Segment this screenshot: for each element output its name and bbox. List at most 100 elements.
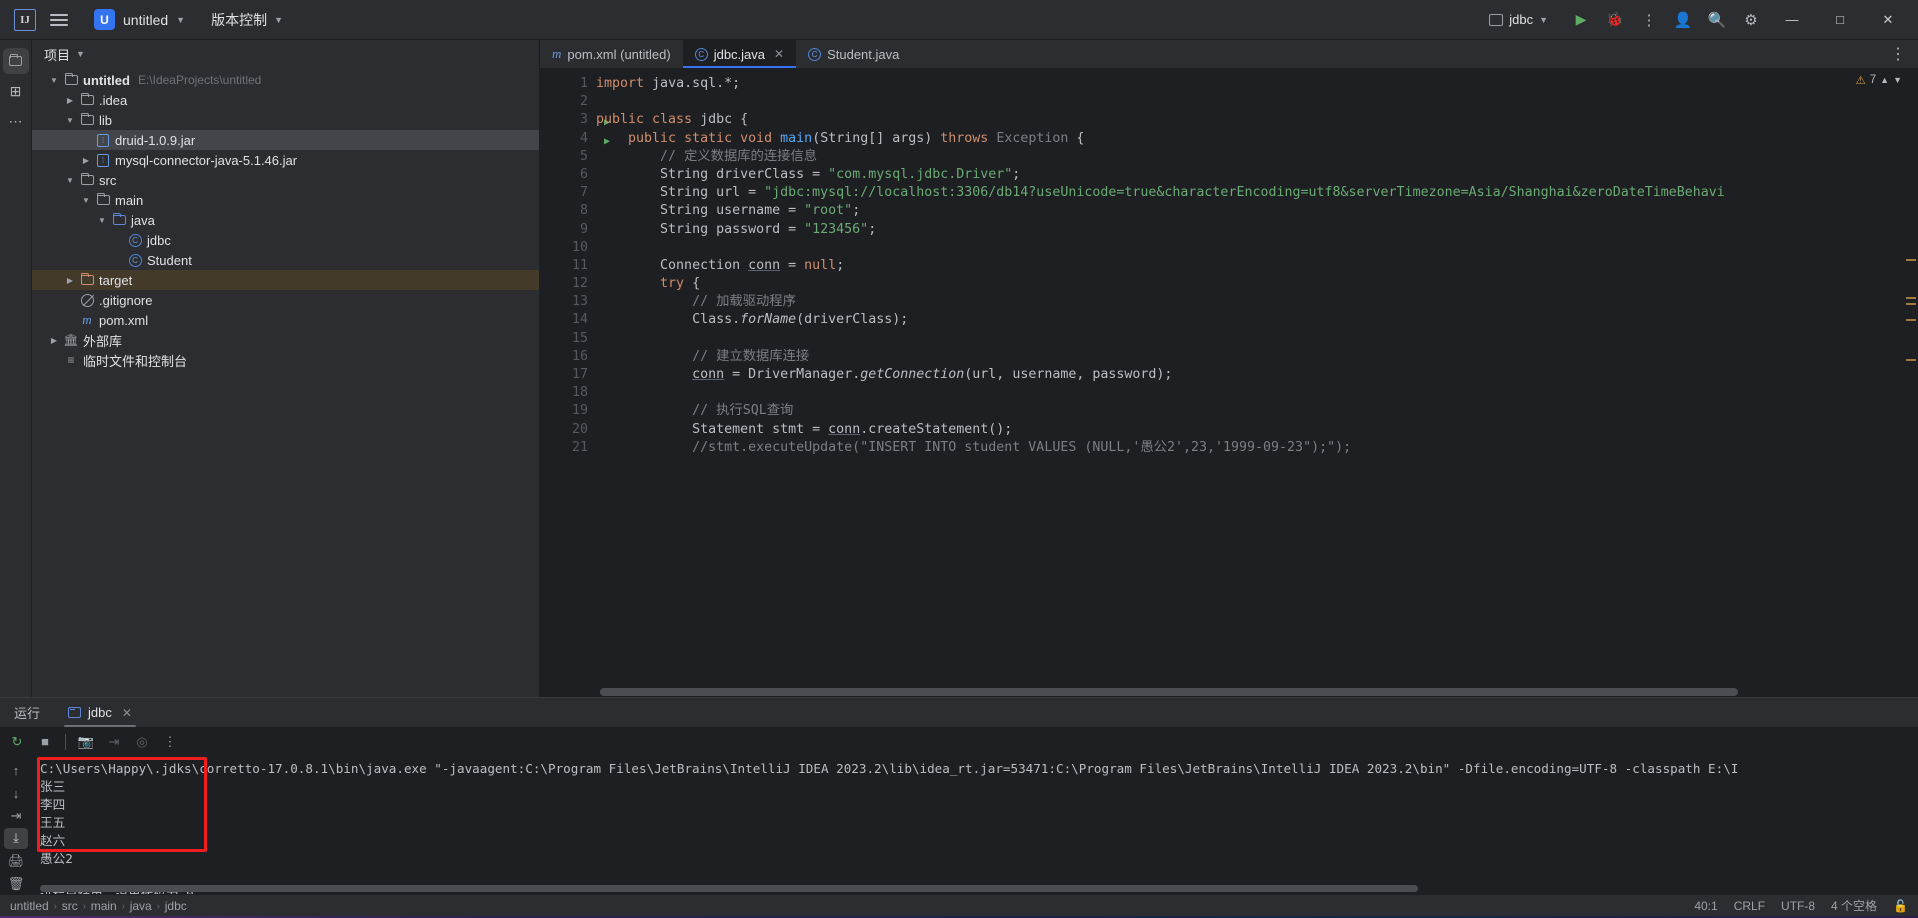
tree-item-[interactable]: ▶ 🏛 外部库 [32, 330, 539, 350]
run-tab-jdbc[interactable]: jdbc ✕ [54, 698, 146, 727]
line-number[interactable]: 21 [540, 439, 596, 457]
tree-item-lib[interactable]: ▼ lib [32, 110, 539, 130]
run-tab-[interactable]: 运行 [0, 698, 54, 727]
tree-item-.gitignore[interactable]: .gitignore [32, 290, 539, 310]
tree-item-jdbc[interactable]: Cjdbc [32, 230, 539, 250]
tree-toggle-icon[interactable]: ▶ [46, 336, 62, 345]
close-icon[interactable]: ✕ [122, 706, 132, 720]
unlocked-icon[interactable]: 🔓 [1893, 899, 1908, 913]
close-button[interactable]: ✕ [1866, 0, 1910, 40]
gear-icon[interactable]: ⚙ [1736, 6, 1766, 34]
camera-icon[interactable]: 📷 [73, 730, 99, 754]
tree-item-java[interactable]: ▼ java [32, 210, 539, 230]
breadcrumb-item[interactable]: java [130, 899, 152, 913]
breadcrumb-item[interactable]: main [91, 899, 117, 913]
chevron-up-icon[interactable]: ▲ [1880, 75, 1889, 85]
tree-item-untitled[interactable]: ▼ untitled E:\IdeaProjects\untitled [32, 70, 539, 90]
source-code[interactable]: import java.sql.*; public class jdbc { p… [596, 69, 1918, 697]
line-number[interactable]: 9 [540, 221, 596, 239]
inspection-status[interactable]: ⚠ 7 ▲ ▼ [1855, 73, 1902, 87]
vcs-menu[interactable]: 版本控制 ▼ [203, 6, 291, 34]
tree-toggle-icon[interactable]: ▼ [78, 196, 94, 205]
console-horizontal-scrollbar[interactable] [40, 885, 1418, 892]
chevron-down-icon[interactable]: ▼ [1893, 75, 1902, 85]
stop-icon[interactable]: ■ [32, 730, 58, 754]
tree-item-mysql-connector-java-5.1.46.jar[interactable]: ▶ ⁞ mysql-connector-java-5.1.46.jar [32, 150, 539, 170]
print-icon[interactable]: 🖨 [4, 851, 28, 872]
line-number[interactable]: 12 [540, 275, 596, 293]
rerun-icon[interactable]: ↻ [4, 730, 30, 754]
project-tree[interactable]: ▼ untitled E:\IdeaProjects\untitled ▶ .idea ▼… [32, 68, 539, 697]
editor-tab-jdbc.java[interactable]: Cjdbc.java ✕ [682, 40, 797, 68]
up-arrow-icon[interactable]: ↑ [4, 760, 28, 781]
line-number[interactable]: 4 ▶ [540, 130, 610, 148]
line-number[interactable]: 2 [540, 93, 596, 111]
line-number[interactable]: 14 [540, 311, 596, 329]
breadcrumb-item[interactable]: untitled [10, 899, 49, 913]
down-arrow-icon[interactable]: ↓ [4, 783, 28, 804]
line-number[interactable]: 19 [540, 402, 596, 420]
editor-tab-Student.java[interactable]: C Student.java [796, 40, 911, 68]
run-configuration-selector[interactable]: jdbc ▼ [1481, 9, 1556, 30]
line-number[interactable]: 3 ▶ [540, 111, 610, 129]
line-number[interactable]: 7 [540, 184, 596, 202]
horizontal-scrollbar[interactable] [600, 688, 1738, 696]
tree-toggle-icon[interactable]: ▶ [62, 96, 78, 105]
minimize-button[interactable]: — [1770, 0, 1814, 40]
close-icon[interactable]: ✕ [774, 47, 784, 61]
line-number[interactable]: 11 [540, 257, 596, 275]
editor-tab-options-icon[interactable]: ⋮ [1878, 40, 1918, 68]
tree-item-Student[interactable]: C Student [32, 250, 539, 270]
tree-item-src[interactable]: ▼ src [32, 170, 539, 190]
soft-wrap-icon[interactable]: ⇥ [4, 805, 28, 826]
project-selector[interactable]: U untitled ▼ [86, 5, 193, 34]
line-number[interactable]: 1 [540, 75, 596, 93]
account-icon[interactable]: 👤 [1668, 6, 1698, 34]
line-number[interactable]: 15 [540, 330, 596, 348]
line-number[interactable]: 6 [540, 166, 596, 184]
error-stripe-bar[interactable] [1904, 69, 1918, 697]
line-number[interactable]: 13 [540, 293, 596, 311]
breadcrumb[interactable]: untitled › src › main › java › jdbc [10, 899, 187, 913]
line-number[interactable]: 18 [540, 384, 596, 402]
export-icon[interactable]: ⇥ [101, 730, 127, 754]
search-icon[interactable]: 🔍 [1702, 6, 1732, 34]
line-number[interactable]: 10 [540, 239, 596, 257]
debug-button[interactable]: 🐞 [1600, 6, 1630, 34]
line-number[interactable]: 8 [540, 202, 596, 220]
line-number-gutter[interactable]: 1 2 3 ▶ 4 ▶ 5 6 7 8 9 10 11 12 13 14 15 16 17 18 19 20 21 [540, 69, 610, 697]
main-menu-icon[interactable] [46, 7, 72, 33]
tree-item-main[interactable]: ▼ main [32, 190, 539, 210]
tree-toggle-icon[interactable]: ▼ [94, 216, 110, 225]
caret-position[interactable]: 40:1 [1694, 899, 1717, 913]
profile-icon[interactable]: ◎ [129, 730, 155, 754]
editor-tab-bar[interactable]: m pom.xml (untitled) Cjdbc.java ✕ C Student.j… [540, 40, 1918, 69]
more-actions-icon[interactable]: ⋮ [1634, 6, 1664, 34]
tree-item-pom.xml[interactable]: m pom.xml [32, 310, 539, 330]
tree-toggle-icon[interactable]: ▶ [62, 276, 78, 285]
code-viewport[interactable]: 1 2 3 ▶ 4 ▶ 5 6 7 8 9 10 11 12 13 14 15 16 17 18 19 20 21 impo… [540, 69, 1918, 697]
sidebar-item-commit[interactable]: ⊞ [3, 78, 29, 104]
tree-item-.idea[interactable]: ▶ .idea [32, 90, 539, 110]
breadcrumb-item[interactable]: jdbc [165, 899, 187, 913]
tree-toggle-icon[interactable]: ▼ [62, 116, 78, 125]
tree-item-target[interactable]: ▶ target [32, 270, 539, 290]
maximize-button[interactable]: □ [1818, 0, 1862, 40]
tree-toggle-icon[interactable]: ▼ [62, 176, 78, 185]
line-number[interactable]: 16 [540, 348, 596, 366]
line-number[interactable]: 17 [540, 366, 596, 384]
tree-toggle-icon[interactable]: ▼ [46, 76, 62, 85]
line-number[interactable]: 5 [540, 148, 596, 166]
file-encoding[interactable]: UTF-8 [1781, 899, 1815, 913]
run-tab-bar[interactable]: 运行 jdbc ✕ [0, 698, 1918, 727]
run-button[interactable]: ▶ [1566, 6, 1596, 34]
trash-icon[interactable]: 🗑 [4, 873, 28, 894]
breadcrumb-item[interactable]: src [62, 899, 78, 913]
editor-tab-pom.xml[interactable]: m pom.xml (untitled) [540, 40, 683, 68]
indent-setting[interactable]: 4 个空格 [1831, 897, 1877, 914]
sidebar-item-more[interactable]: ⋯ [3, 108, 29, 134]
sidebar-item-project[interactable] [2, 48, 29, 74]
line-number[interactable]: 20 [540, 421, 596, 439]
tree-item-[interactable]: ≡ 临时文件和控制台 [32, 350, 539, 370]
tree-toggle-icon[interactable]: ▶ [78, 156, 94, 165]
